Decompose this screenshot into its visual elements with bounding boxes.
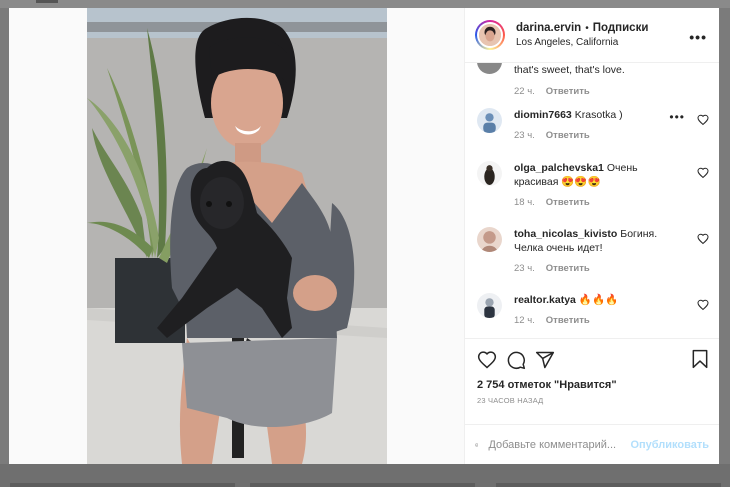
comment-item: olga_palchevska1 Очень красивая 😍😍😍 18 ч.… <box>477 161 709 210</box>
comment-username[interactable]: toha_nicolas_kivisto <box>514 228 617 240</box>
reply-button[interactable]: Ответить <box>546 85 590 99</box>
comment-time[interactable]: 23 ч. <box>514 129 535 143</box>
avatar-story-ring[interactable] <box>475 20 505 50</box>
comment-item: realtor.katya 🔥🔥🔥 12 ч. Ответить <box>477 293 709 328</box>
comment-item: that's sweet, that's love. 22 ч. Ответит… <box>477 63 707 99</box>
comment-body: realtor.katya 🔥🔥🔥 12 ч. Ответить <box>514 293 684 328</box>
comment-item: toha_nicolas_kivisto Богиня. Челка очень … <box>477 227 709 276</box>
post-username[interactable]: darina.ervin <box>516 22 581 34</box>
following-button[interactable]: Подписки <box>593 22 649 34</box>
grid-thumbnail[interactable] <box>250 483 475 487</box>
comment-avatar[interactable] <box>477 108 502 133</box>
backdrop-grid-row <box>0 464 730 487</box>
comment-time[interactable]: 12 ч. <box>514 314 535 328</box>
post-media[interactable] <box>9 8 465 464</box>
comment-avatar[interactable] <box>477 227 502 252</box>
comment-username[interactable]: olga_palchevska1 <box>514 162 604 174</box>
post-sidebar: darina.ervin • Подписки Los Angeles, Cal… <box>465 8 719 464</box>
separator-dot: • <box>585 22 589 34</box>
reply-button[interactable]: Ответить <box>546 129 590 143</box>
comment-text: Krasotka ) <box>574 109 623 121</box>
post-photo[interactable] <box>87 8 387 464</box>
reply-button[interactable]: Ответить <box>546 314 590 328</box>
likes-count[interactable]: 2 754 отметок "Нравится" <box>477 379 707 391</box>
grid-thumbnail[interactable] <box>10 483 235 487</box>
comment-avatar[interactable] <box>477 161 502 186</box>
publish-button[interactable]: Опубликовать <box>630 439 709 451</box>
heart-icon[interactable] <box>477 350 497 370</box>
comment-more-icon[interactable]: ••• <box>669 110 685 124</box>
backdrop-top-strip <box>0 0 730 8</box>
post-actions: 2 754 отметок "Нравится" 23 ЧАСОВ НАЗАД <box>465 338 719 424</box>
comment-like-icon[interactable] <box>697 167 709 179</box>
backdrop-fragment <box>36 0 58 3</box>
post-location[interactable]: Los Angeles, California <box>516 37 648 48</box>
action-icons-row <box>477 349 707 371</box>
comment-text: that's sweet, that's love. <box>514 64 625 76</box>
comment-username[interactable]: diomin7663 <box>514 109 572 121</box>
avatar[interactable] <box>479 24 501 46</box>
comment-avatar[interactable] <box>477 63 502 74</box>
comment-item: diomin7663 Krasotka ) 23 ч. Ответить ••• <box>477 108 709 143</box>
reply-button[interactable]: Ответить <box>546 262 590 276</box>
share-icon[interactable] <box>535 350 555 370</box>
comment-username[interactable]: realtor.katya <box>514 294 576 306</box>
comment-like-icon[interactable] <box>697 299 709 311</box>
emoji-icon[interactable] <box>475 435 479 455</box>
header-text: darina.ervin • Подписки Los Angeles, Cal… <box>516 22 648 48</box>
comment-body: that's sweet, that's love. 22 ч. Ответит… <box>514 63 684 99</box>
comment-like-icon[interactable] <box>697 114 709 126</box>
comment-body: diomin7663 Krasotka ) 23 ч. Ответить <box>514 108 684 143</box>
bookmark-icon[interactable] <box>691 349 709 369</box>
comment-input[interactable] <box>488 438 631 451</box>
comment-time[interactable]: 18 ч. <box>514 196 535 210</box>
reply-button[interactable]: Ответить <box>546 196 590 210</box>
comment-avatar[interactable] <box>477 293 502 318</box>
comment-icon[interactable] <box>506 350 526 370</box>
comment-text: 🔥🔥🔥 <box>578 294 619 306</box>
comment-time[interactable]: 22 ч. <box>514 85 535 99</box>
comment-time[interactable]: 23 ч. <box>514 262 535 276</box>
add-comment-bar: Опубликовать <box>465 424 719 464</box>
comment-like-icon[interactable] <box>697 233 709 245</box>
grid-thumbnail[interactable] <box>496 483 721 487</box>
comment-body: olga_palchevska1 Очень красивая 😍😍😍 18 ч.… <box>514 161 684 210</box>
post-modal: darina.ervin • Подписки Los Angeles, Cal… <box>9 8 719 464</box>
comments-list[interactable]: that's sweet, that's love. 22 ч. Ответит… <box>465 63 719 338</box>
comment-body: toha_nicolas_kivisto Богиня. Челка очень … <box>514 227 684 276</box>
post-time[interactable]: 23 ЧАСОВ НАЗАД <box>477 396 707 405</box>
post-header: darina.ervin • Подписки Los Angeles, Cal… <box>465 8 719 63</box>
more-horizontal-icon[interactable]: ••• <box>689 29 707 45</box>
